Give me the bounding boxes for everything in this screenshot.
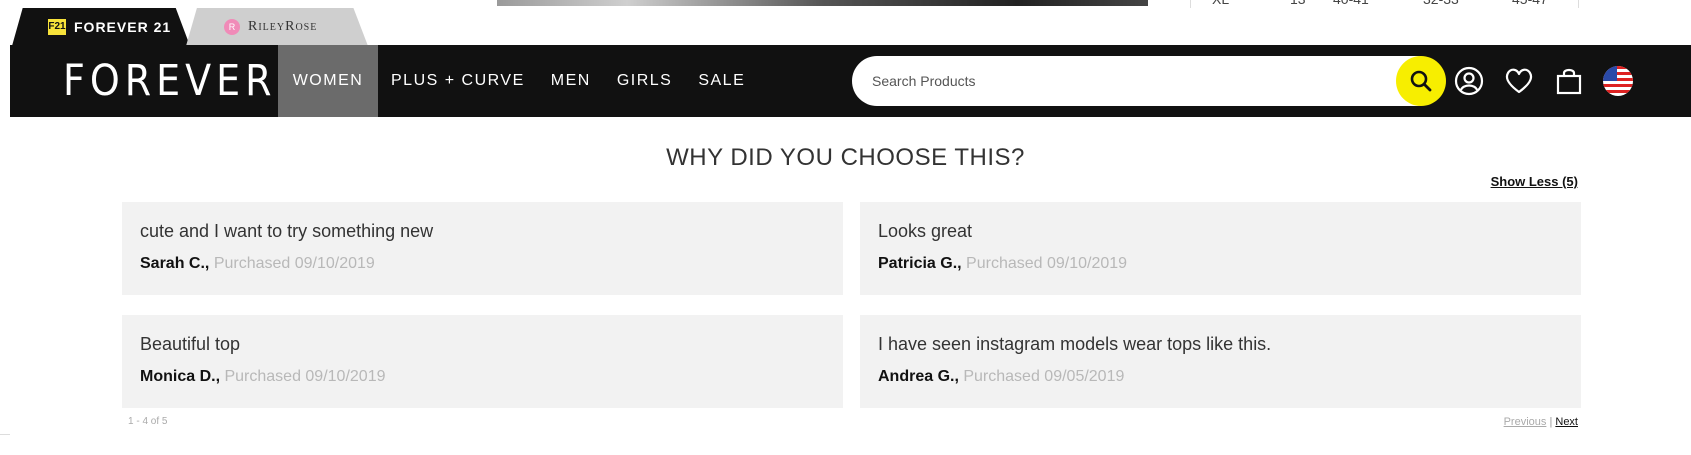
size-cell: XL: [1212, 0, 1229, 7]
size-cell: 13: [1290, 0, 1306, 7]
review-author: Sarah C.,: [140, 255, 210, 272]
nav-item-sale[interactable]: SALE: [685, 45, 758, 117]
review-comment: Looks great: [878, 221, 973, 241]
review-meta: Monica D., Purchased 09/10/2019: [140, 368, 385, 386]
main-nav: WOMEN PLUS + CURVE MEN GIRLS SALE: [278, 45, 758, 117]
search-bar: [852, 56, 1446, 106]
product-image-peek: [497, 0, 1148, 6]
nav-item-men[interactable]: MEN: [538, 45, 604, 117]
previous-link[interactable]: Previous: [1504, 416, 1547, 428]
review-author: Andrea G.,: [878, 368, 959, 385]
tab-label: RileyRose: [248, 19, 318, 34]
us-flag-icon[interactable]: [1602, 65, 1634, 97]
f21-logo-icon: F21: [48, 19, 66, 35]
review-comment: Beautiful top: [140, 334, 241, 354]
review-card: I have seen instagram models wear tops l…: [860, 315, 1581, 408]
site-header: FOREVER 21 WOMEN PLUS + CURVE MEN GIRLS …: [10, 45, 1691, 117]
pagination-count: 1 - 4 of 5: [128, 416, 168, 427]
pagination-separator: |: [1549, 416, 1553, 428]
show-less-link[interactable]: Show Less (5): [1491, 174, 1578, 189]
review-comment: I have seen instagram models wear tops l…: [878, 334, 1272, 354]
review-author: Monica D.,: [140, 368, 221, 385]
review-purchase-date: Purchased 09/10/2019: [966, 255, 1128, 272]
rileyrose-logo-icon: R: [224, 19, 240, 35]
review-card: Looks great Patricia G., Purchased 09/10…: [860, 202, 1581, 295]
review-meta: Patricia G., Purchased 09/10/2019: [878, 255, 1127, 273]
tab-label: FOREVER 21: [74, 19, 172, 35]
review-author: Patricia G.,: [878, 255, 962, 272]
nav-item-women[interactable]: WOMEN: [278, 45, 378, 117]
search-input[interactable]: [872, 56, 1342, 106]
review-purchase-date: Purchased 09/05/2019: [963, 368, 1125, 385]
size-cell: 40-41: [1333, 0, 1369, 7]
divider: [0, 434, 10, 435]
section-title: WHY DID YOU CHOOSE THIS?: [666, 144, 1025, 171]
review-comment: cute and I want to try something new: [140, 221, 434, 241]
size-cell: 32-33: [1423, 0, 1459, 7]
account-icon[interactable]: [1453, 65, 1485, 97]
wishlist-heart-icon[interactable]: [1503, 65, 1535, 97]
shopping-bag-icon[interactable]: [1553, 65, 1585, 97]
review-purchase-date: Purchased 09/10/2019: [213, 255, 375, 272]
nav-item-plus-curve[interactable]: PLUS + CURVE: [378, 45, 538, 117]
divider: [1190, 0, 1191, 8]
nav-item-girls[interactable]: GIRLS: [604, 45, 686, 117]
review-card: cute and I want to try something new Sar…: [122, 202, 843, 295]
divider: [1578, 0, 1579, 8]
search-icon: [1410, 70, 1432, 92]
review-meta: Sarah C., Purchased 09/10/2019: [140, 255, 375, 273]
review-meta: Andrea G., Purchased 09/05/2019: [878, 368, 1124, 386]
tab-rileyrose[interactable]: R RileyRose: [186, 8, 368, 46]
next-link[interactable]: Next: [1555, 416, 1578, 428]
size-chart-peek: XL 13 40-41 32-33 45-47: [1190, 0, 1610, 7]
search-button[interactable]: [1396, 56, 1446, 106]
size-cell: 45-47: [1512, 0, 1548, 7]
review-card: Beautiful top Monica D., Purchased 09/10…: [122, 315, 843, 408]
review-purchase-date: Purchased 09/10/2019: [224, 368, 386, 385]
pagination: Previous | Next: [1504, 416, 1578, 428]
tab-forever21[interactable]: F21 FOREVER 21: [12, 8, 190, 46]
